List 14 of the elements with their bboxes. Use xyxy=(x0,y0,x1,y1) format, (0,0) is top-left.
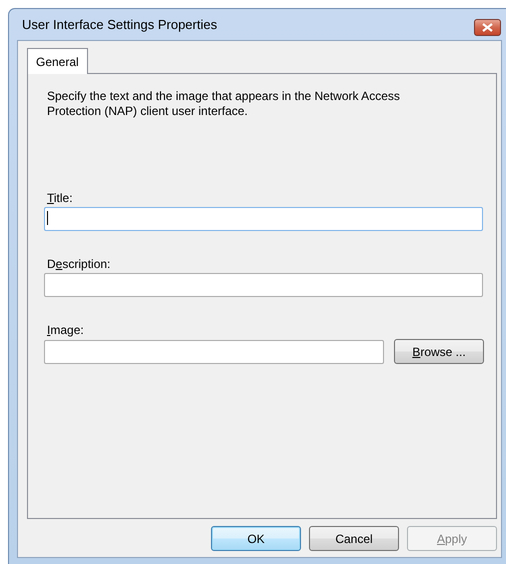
close-icon xyxy=(482,23,493,32)
field-label: Image: xyxy=(47,323,84,337)
instruction-text: Specify the text and the image that appears in the Network Access Protection (NAP) client user interface. xyxy=(47,89,401,119)
field-label: Title: xyxy=(47,191,73,205)
input-field[interactable] xyxy=(44,207,483,231)
cancel-button[interactable]: Cancel xyxy=(309,526,399,551)
tab[interactable]: General xyxy=(27,48,88,74)
input-field[interactable] xyxy=(44,273,483,297)
close-button[interactable] xyxy=(474,19,501,36)
field-label: Description: xyxy=(47,257,110,271)
image-path-field[interactable] xyxy=(44,340,384,364)
browse-button[interactable]: Browse ... xyxy=(394,339,484,364)
window-title: User Interface Settings Properties xyxy=(22,17,218,32)
ok-button[interactable]: OK xyxy=(211,526,301,551)
